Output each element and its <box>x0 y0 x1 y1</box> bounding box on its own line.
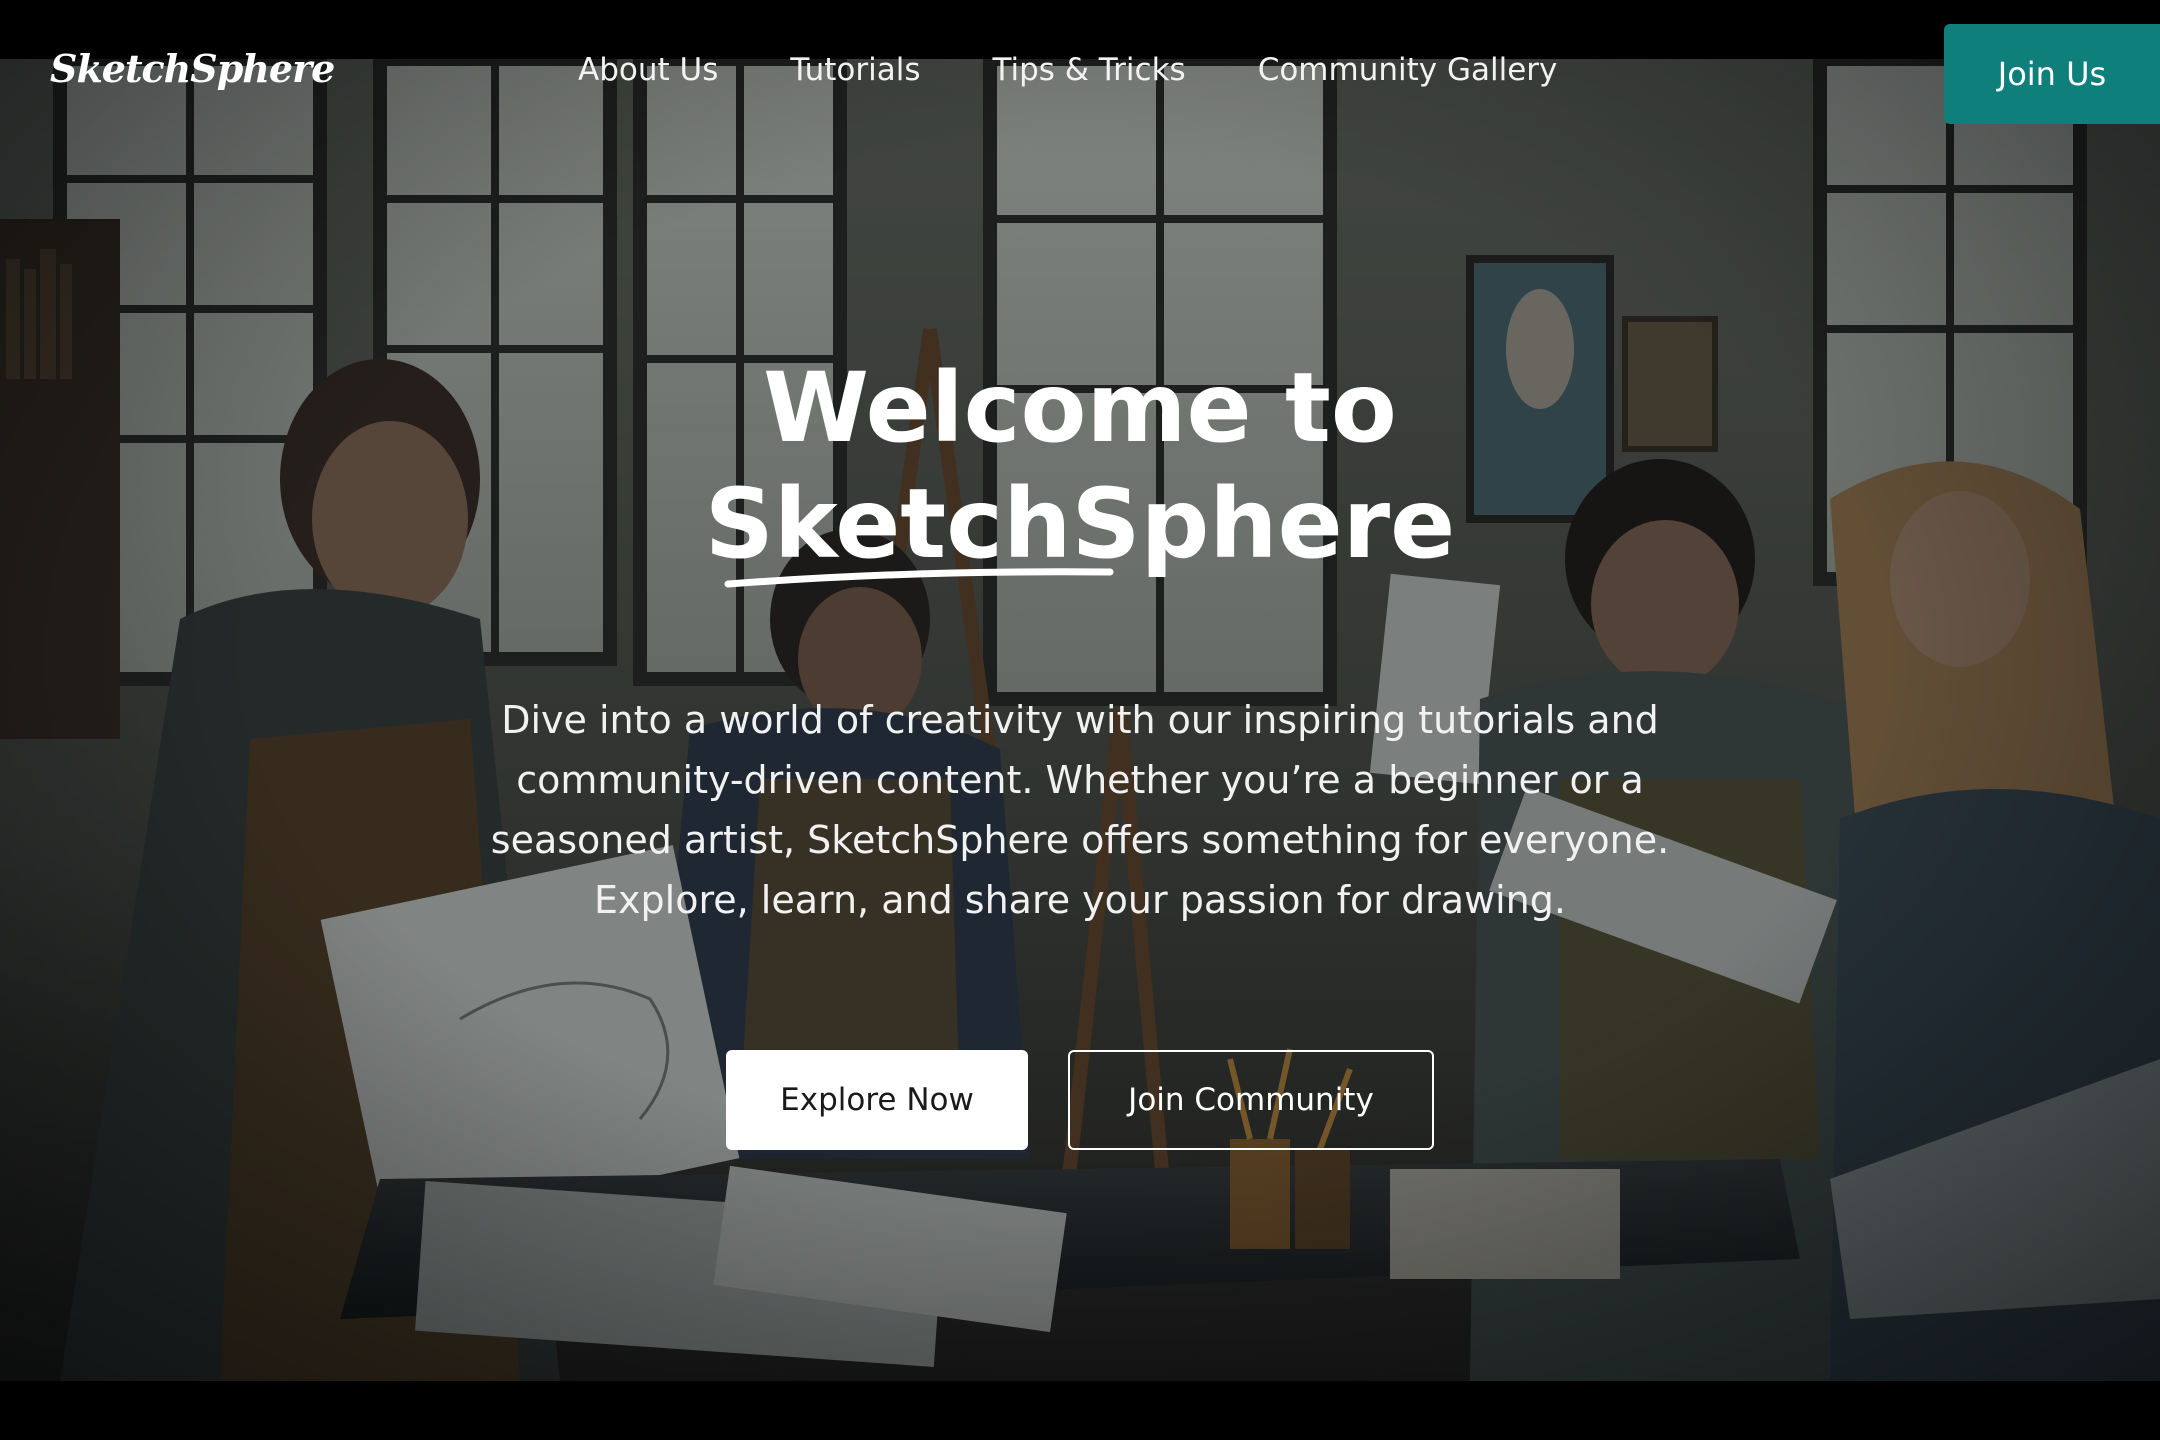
explore-now-button[interactable]: Explore Now <box>726 1050 1028 1150</box>
nav-link-tutorials[interactable]: Tutorials <box>790 52 920 88</box>
main-nav: About Us Tutorials Tips & Tricks Communi… <box>578 52 1557 88</box>
landing-page: SketchSphere About Us Tutorials Tips & T… <box>0 0 2160 1440</box>
nav-link-tips-tricks[interactable]: Tips & Tricks <box>992 52 1185 88</box>
bottom-bar <box>0 1381 2160 1440</box>
join-community-button[interactable]: Join Community <box>1068 1050 1434 1150</box>
hero-description: Dive into a world of creativity with our… <box>490 698 1670 922</box>
hero-title: Welcome to SketchSphere <box>0 350 2160 582</box>
nav-link-community-gallery[interactable]: Community Gallery <box>1258 52 1558 88</box>
hero-title-line1: Welcome to <box>763 352 1397 464</box>
nav-link-about-us[interactable]: About Us <box>578 52 718 88</box>
title-underline-decoration <box>724 568 1114 588</box>
site-logo[interactable]: SketchSphere <box>50 46 335 91</box>
join-us-button[interactable]: Join Us <box>1944 24 2160 124</box>
